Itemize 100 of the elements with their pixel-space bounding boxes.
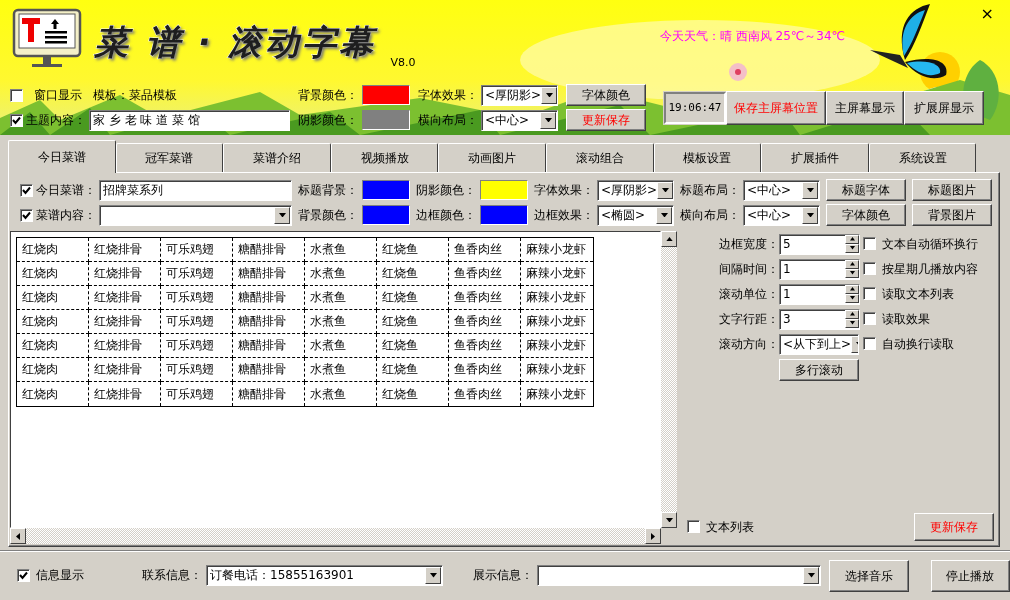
table-cell: 麻辣小龙虾 — [521, 286, 593, 310]
tab[interactable]: 今日菜谱 — [8, 140, 116, 173]
button[interactable]: 选择音乐 — [829, 559, 909, 592]
table-cell: 红烧肉 — [17, 310, 89, 334]
spin-down-button[interactable] — [845, 243, 859, 253]
field-label: 背景颜色： — [298, 87, 358, 103]
button[interactable]: 字体颜色 — [566, 84, 646, 106]
dropdown[interactable]: <中心> — [481, 109, 558, 131]
spin-up-button[interactable] — [845, 309, 859, 319]
dropdown[interactable]: <椭圆> — [597, 204, 674, 226]
monitor-logo-icon — [12, 8, 82, 70]
button[interactable]: 标题字体 — [826, 179, 906, 201]
spin-down-button[interactable] — [845, 318, 859, 328]
table-cell: 麻辣小龙虾 — [521, 310, 593, 334]
dropdown-button[interactable] — [425, 567, 442, 584]
spin-down-button[interactable] — [845, 293, 859, 303]
up-arrow-icon — [849, 287, 855, 291]
dropdown-button[interactable] — [541, 86, 557, 104]
checkbox[interactable] — [863, 337, 876, 351]
scroll-up-button[interactable] — [661, 231, 677, 247]
dropdown[interactable]: <厚阴影> — [597, 179, 674, 201]
dropdown-button[interactable] — [656, 206, 672, 224]
field-label: 标题布局： — [680, 182, 740, 198]
dropdown-button[interactable] — [274, 206, 290, 224]
spin-up-button[interactable] — [845, 259, 859, 269]
color-swatch[interactable] — [480, 180, 528, 200]
dropdown[interactable]: <厚阴影> — [481, 84, 558, 106]
down-arrow-icon — [806, 212, 814, 218]
checkbox[interactable] — [17, 569, 30, 582]
color-swatch[interactable] — [362, 85, 410, 105]
dropdown[interactable]: 订餐电话：15855163901 — [206, 565, 444, 586]
tab[interactable]: 动画图片 — [438, 143, 546, 172]
button[interactable]: 标题图片 — [912, 179, 992, 201]
down-arrow-icon — [661, 187, 669, 193]
dropdown[interactable] — [99, 204, 292, 226]
table-cell: 鱼香肉丝 — [449, 382, 521, 406]
dropdown-button[interactable] — [802, 181, 818, 199]
dropdown-value: <厚阴影> — [485, 87, 542, 103]
table-cell: 红烧鱼 — [377, 358, 449, 382]
field-label: 背景颜色： — [298, 207, 358, 223]
button[interactable]: 扩展屏显示 — [904, 90, 984, 125]
dropdown[interactable]: <从下到上> — [779, 333, 859, 355]
dropdown-button[interactable] — [540, 111, 556, 129]
color-swatch[interactable] — [362, 205, 410, 225]
checkbox[interactable] — [20, 183, 33, 197]
app-title: 菜 谱 · 滚动字幕 — [94, 22, 377, 63]
tab[interactable]: 系统设置 — [868, 143, 977, 172]
dropdown-button[interactable] — [657, 181, 673, 199]
button[interactable]: 多行滚动 — [779, 359, 859, 381]
checkbox-label: 文本自动循环换行 — [882, 236, 978, 252]
field-label: 标题背景： — [298, 182, 358, 198]
button[interactable]: 停止播放 — [930, 559, 1010, 592]
checkbox[interactable] — [863, 287, 876, 301]
table-cell: 红烧排骨 — [89, 286, 161, 310]
checkbox[interactable] — [863, 312, 876, 326]
color-swatch[interactable] — [362, 180, 410, 200]
input-field[interactable]: 招牌菜系列 — [99, 179, 292, 201]
table-cell: 水煮鱼 — [305, 238, 377, 262]
table-cell: 糖醋排骨 — [233, 310, 305, 334]
dropdown[interactable]: <中心> — [743, 179, 820, 201]
table-cell: 可乐鸡翅 — [161, 310, 233, 334]
dropdown[interactable]: <中心> — [743, 204, 820, 226]
dropdown-button[interactable] — [802, 206, 818, 224]
table-cell: 红烧排骨 — [89, 238, 161, 262]
spin-up-button[interactable] — [845, 234, 859, 244]
scroll-down-button[interactable] — [661, 512, 677, 528]
input-field[interactable]: 家 乡 老 味 道 菜 馆 — [89, 109, 290, 131]
table-cell: 红烧肉 — [17, 382, 89, 406]
checkbox[interactable] — [20, 208, 33, 222]
field-label: 阴影颜色： — [298, 112, 358, 128]
up-arrow-icon — [665, 236, 673, 242]
field-label: 展示信息： — [473, 568, 534, 583]
right-arrow-icon — [651, 532, 655, 540]
tab[interactable]: 菜谱介绍 — [223, 143, 331, 172]
table-cell: 麻辣小龙虾 — [521, 262, 593, 286]
color-swatch[interactable] — [480, 205, 528, 225]
checkbox[interactable] — [863, 262, 876, 276]
tab[interactable]: 冠军菜谱 — [115, 143, 224, 172]
field-label: 阴影颜色： — [416, 182, 476, 198]
button[interactable]: 字体颜色 — [826, 204, 906, 226]
button[interactable]: 背景图片 — [912, 204, 992, 226]
button[interactable]: 主屏幕显示 — [826, 90, 904, 125]
spin-down-button[interactable] — [845, 268, 859, 278]
tab[interactable]: 扩展插件 — [761, 143, 869, 172]
tab[interactable]: 视频播放 — [330, 143, 439, 172]
tab[interactable]: 滚动组合 — [545, 143, 654, 172]
field-label: 边框效果： — [534, 207, 594, 223]
weather-text: 今天天气：晴 西南风 25℃～34℃ — [659, 29, 845, 44]
checkbox[interactable] — [687, 520, 700, 534]
scroll-right-button[interactable] — [645, 528, 661, 544]
close-button[interactable]: × — [976, 4, 998, 24]
checkbox[interactable] — [863, 237, 876, 251]
dropdown-button[interactable] — [803, 567, 820, 584]
clock-display: 19:06:47 — [664, 91, 726, 124]
tab[interactable]: 模板设置 — [653, 143, 762, 172]
table-cell: 红烧肉 — [17, 238, 89, 262]
scroll-left-button[interactable] — [10, 528, 26, 544]
dropdown[interactable] — [537, 565, 822, 586]
spin-up-button[interactable] — [845, 284, 859, 294]
color-swatch[interactable] — [362, 110, 410, 130]
